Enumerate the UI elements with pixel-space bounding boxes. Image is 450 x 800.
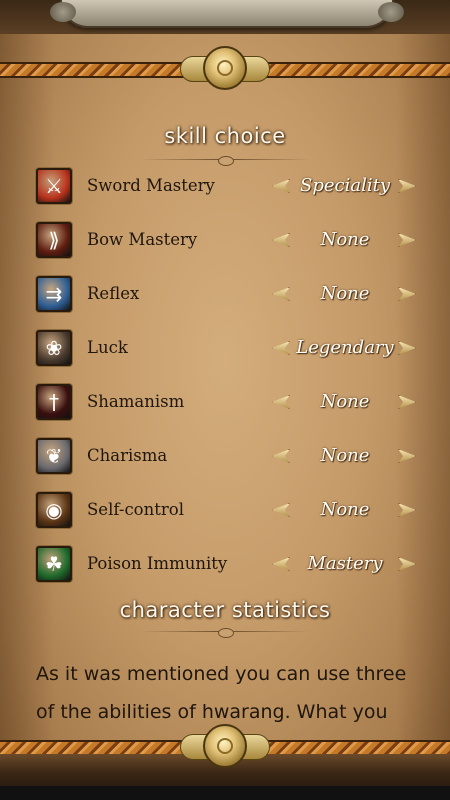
skill-name: Luck: [87, 338, 128, 357]
shamanism-icon: †: [36, 384, 72, 420]
skill-name: Reflex: [87, 284, 140, 303]
stats-title-divider: [140, 628, 310, 638]
skill-row: ❦ Charisma None: [36, 438, 420, 476]
charisma-icon: ❦: [36, 438, 72, 474]
description-text: As it was mentioned you can use three of…: [36, 663, 407, 723]
skill-name: Poison Immunity: [87, 554, 228, 573]
self-control-icon: ◉: [36, 492, 72, 528]
skill-name: Shamanism: [87, 392, 185, 411]
sword-mastery-icon: ⚔: [36, 168, 72, 204]
skill-title-divider: [140, 156, 310, 166]
skill-level-value: Speciality: [300, 175, 390, 196]
bottom-medallion: [180, 724, 270, 768]
description-viewport[interactable]: As it was mentioned you can use three of…: [0, 650, 450, 728]
skill-name: Charisma: [87, 446, 168, 465]
poison-immunity-icon: ☘: [36, 546, 72, 582]
skill-level-value: Mastery: [307, 553, 383, 574]
skill-row: ❀ Luck Legendary: [36, 330, 420, 368]
skill-row: ☘ Poison Immunity Mastery: [36, 546, 420, 584]
skill-level-value: None: [320, 229, 370, 250]
character-statistics-title: character statistics: [119, 598, 331, 622]
top-ornament: [50, 0, 404, 28]
skill-row: ⚔ Sword Mastery Speciality: [36, 168, 420, 206]
skill-level-value: None: [320, 283, 370, 304]
skill-choice-title: skill choice: [164, 124, 286, 148]
skill-name: Self-control: [87, 500, 184, 519]
top-medallion: [180, 46, 270, 90]
skill-level-value: None: [320, 499, 370, 520]
skill-level-value: None: [320, 445, 370, 466]
luck-icon: ❀: [36, 330, 72, 366]
skill-row: ⟫ Bow Mastery None: [36, 222, 420, 260]
skill-row: ⇉ Reflex None: [36, 276, 420, 314]
skill-level-value: None: [320, 391, 370, 412]
skill-name: Sword Mastery: [87, 176, 215, 195]
skill-level-value: Legendary: [296, 337, 394, 358]
skill-name: Bow Mastery: [87, 230, 198, 249]
skill-row: ◉ Self-control None: [36, 492, 420, 530]
bow-mastery-icon: ⟫: [36, 222, 72, 258]
skill-row: † Shamanism None: [36, 384, 420, 422]
reflex-icon: ⇉: [36, 276, 72, 312]
